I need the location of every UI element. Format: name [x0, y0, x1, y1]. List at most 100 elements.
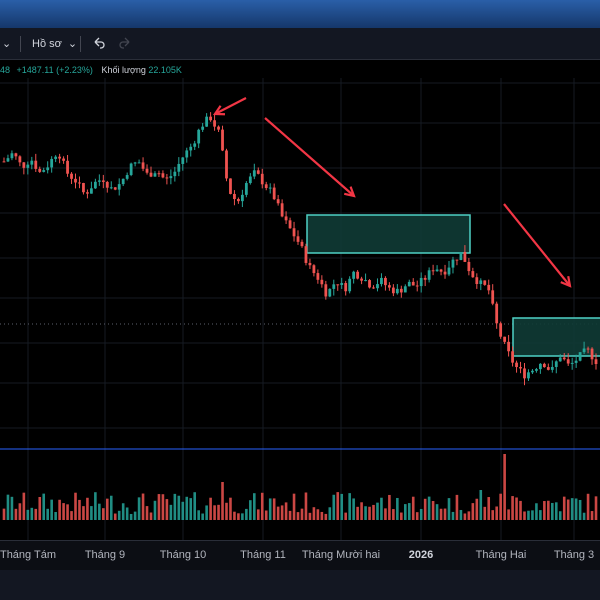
- candle-body: [197, 129, 201, 144]
- volume-bar: [177, 495, 181, 520]
- candle-body: [14, 153, 18, 157]
- volume-bar: [54, 512, 57, 520]
- candle-body: [558, 357, 562, 362]
- volume-bar: [22, 492, 26, 520]
- candle-body: [137, 162, 141, 164]
- volume-bar: [82, 506, 85, 520]
- candle-body: [50, 158, 54, 168]
- candle-body: [495, 303, 499, 324]
- candle-body: [531, 370, 534, 373]
- candle-body: [38, 168, 42, 172]
- candle-body: [324, 284, 328, 297]
- volume-bar: [566, 499, 570, 520]
- volume-bar: [42, 493, 46, 520]
- chevron-down-icon[interactable]: ⌄: [2, 28, 11, 60]
- volume-bar: [439, 508, 443, 520]
- candle-body: [419, 277, 423, 287]
- volume-bar: [66, 504, 69, 520]
- volume-bar: [102, 508, 105, 520]
- candle-body: [280, 203, 284, 217]
- volume-bar: [312, 507, 316, 520]
- candle-body: [304, 246, 308, 263]
- chart-area[interactable]: [0, 78, 600, 540]
- volume-bar: [201, 513, 204, 520]
- volume-bar: [74, 492, 77, 520]
- candle-body: [535, 369, 538, 371]
- candle-body: [292, 228, 296, 237]
- volume-bar: [447, 498, 451, 520]
- candle-body: [54, 156, 58, 159]
- volume-bar: [423, 498, 427, 520]
- candle-body: [388, 285, 391, 288]
- candle-body: [376, 284, 379, 289]
- candle-body: [427, 270, 431, 280]
- candle-body: [503, 336, 507, 342]
- volume-value: 22.105K: [148, 65, 182, 75]
- volume-bar: [284, 502, 288, 520]
- candle-body: [46, 167, 50, 171]
- candle-body: [523, 368, 526, 379]
- volume-bar: [296, 512, 300, 520]
- volume-bar: [169, 504, 173, 520]
- volume-bar: [213, 505, 216, 520]
- volume-bar: [205, 505, 208, 520]
- volume-bar: [376, 502, 379, 520]
- candle-body: [125, 175, 129, 179]
- volume-bar: [594, 496, 598, 520]
- candle-body: [296, 236, 300, 242]
- candle-body: [284, 216, 288, 221]
- volume-bar: [388, 494, 391, 520]
- volume-bar: [411, 496, 415, 520]
- candle-body: [515, 362, 518, 368]
- candle-body: [213, 120, 216, 127]
- candle-body: [90, 188, 93, 194]
- candle-body: [447, 267, 451, 275]
- volume-bar: [6, 494, 10, 520]
- candle-body: [260, 173, 264, 185]
- candle-body: [101, 180, 105, 182]
- volume-bar: [161, 494, 165, 520]
- volume-bar: [515, 497, 518, 520]
- profile-menu-button[interactable]: Hồ sơ ⌄: [32, 28, 77, 60]
- volume-bar: [507, 509, 510, 520]
- candle-body: [34, 160, 38, 169]
- volume-bar: [467, 511, 471, 520]
- candle-body: [149, 172, 153, 177]
- candle-body: [193, 143, 197, 147]
- toolbar-divider: [80, 36, 81, 52]
- volume-bar: [578, 499, 582, 520]
- volume-bar: [590, 511, 594, 520]
- candle-body: [173, 171, 177, 177]
- candle-body: [340, 283, 344, 286]
- candle-body: [546, 367, 550, 370]
- bottom-toolbar: [0, 570, 600, 600]
- candle-body: [431, 270, 435, 272]
- volume-bar: [46, 508, 49, 520]
- candle-body: [590, 348, 594, 360]
- volume-bar: [403, 504, 407, 520]
- volume-bar: [455, 494, 459, 520]
- volume-bar: [129, 513, 133, 520]
- candle-body: [463, 252, 467, 262]
- candle-body: [459, 252, 463, 261]
- volume-bar: [499, 493, 502, 520]
- candle-body: [2, 161, 6, 163]
- volume-bar: [256, 509, 260, 520]
- candle-body: [221, 129, 224, 151]
- time-axis[interactable]: Tháng Tám Tháng 9 Tháng 10 Tháng 11 Tháng Mư…: [0, 540, 600, 570]
- candle-body: [82, 183, 85, 193]
- volume-bar: [539, 510, 542, 520]
- candle-body: [308, 262, 312, 266]
- candle-body: [240, 194, 244, 202]
- volume-bar: [229, 497, 232, 520]
- candle-body: [582, 348, 586, 353]
- candle-body: [487, 284, 491, 291]
- volume-bar: [547, 500, 550, 520]
- candle-body: [93, 181, 97, 189]
- candle-body: [443, 271, 447, 275]
- volume-bar: [253, 493, 256, 520]
- volume-bar: [30, 507, 34, 520]
- volume-bar: [241, 513, 244, 520]
- volume-bar: [173, 493, 177, 520]
- candle-body: [570, 362, 574, 364]
